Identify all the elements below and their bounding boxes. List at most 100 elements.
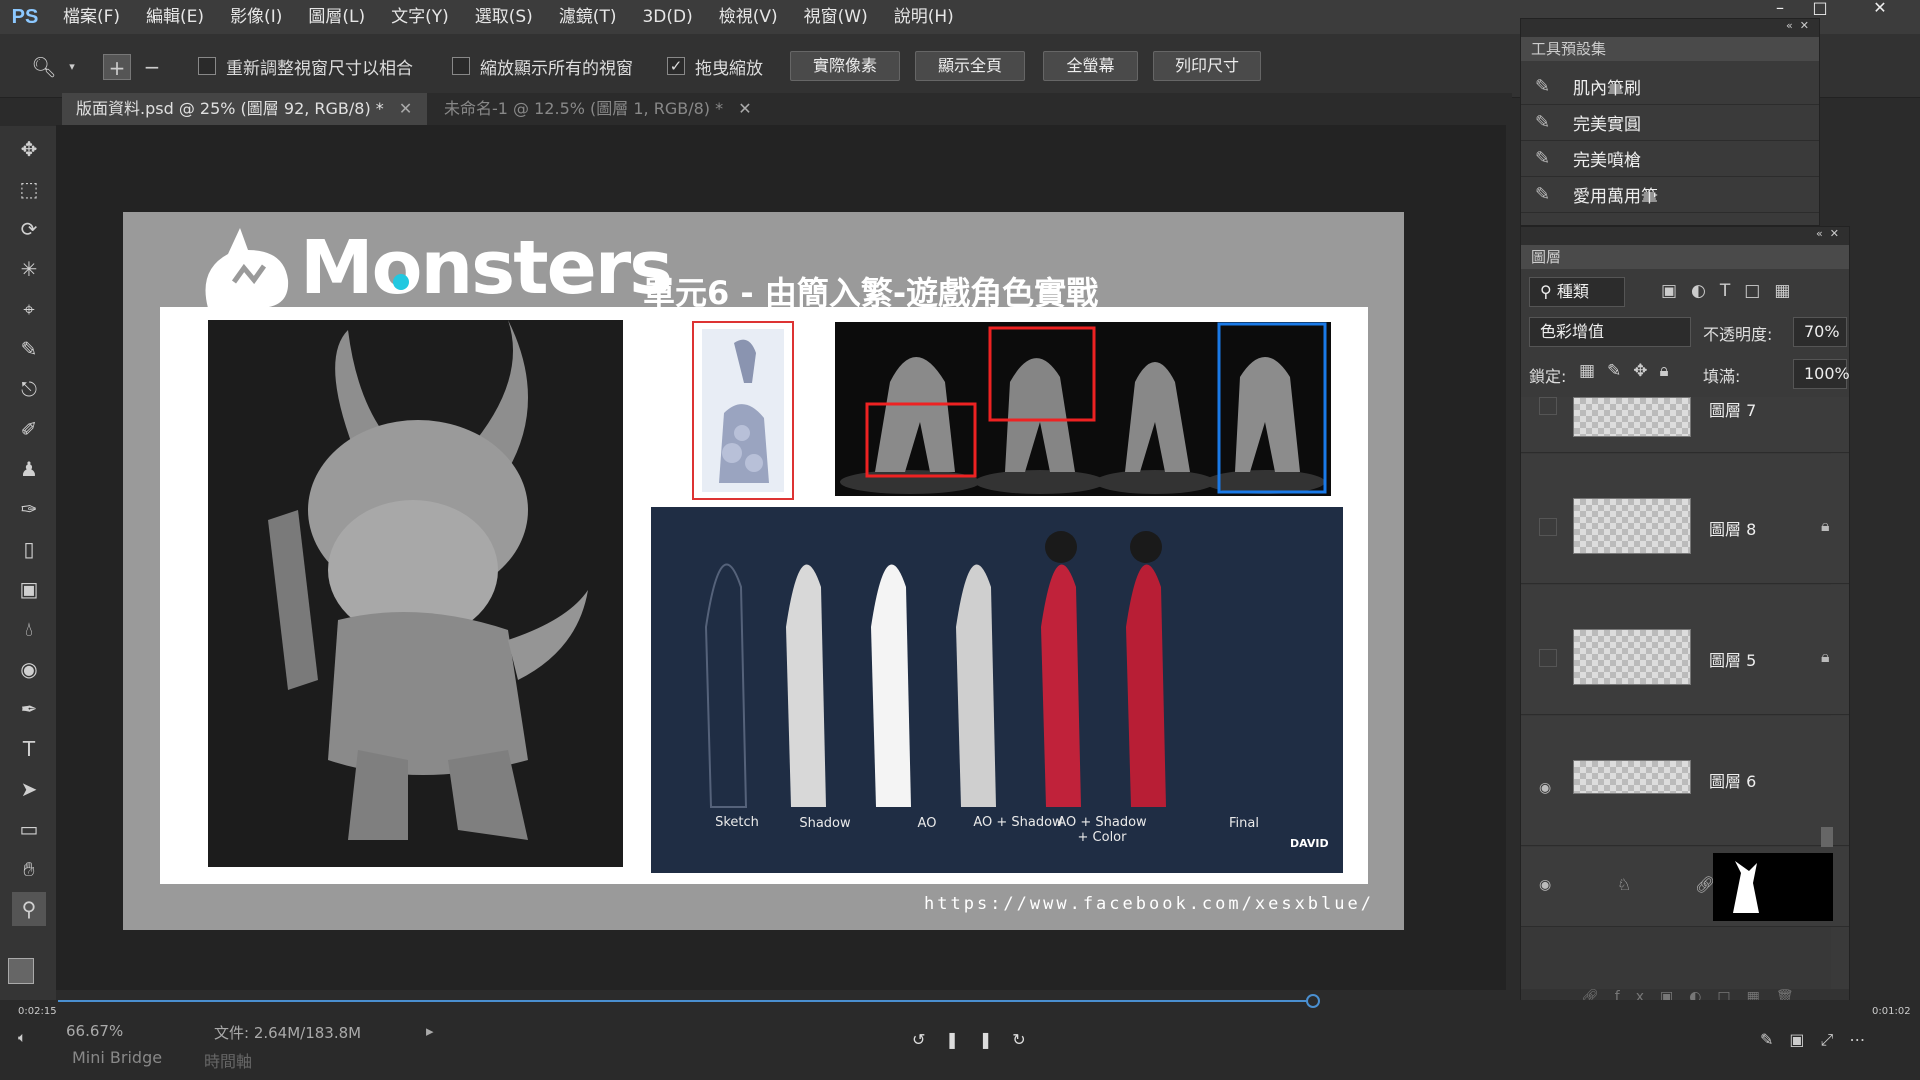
slide-url: https://www.facebook.com/xesxblue/ — [924, 894, 1374, 914]
maximize-button[interactable]: □ — [1800, 0, 1840, 18]
zoom-tool-icon[interactable]: ⚲ — [12, 892, 46, 926]
move-tool-icon[interactable]: ✥ — [12, 132, 46, 166]
layer-row[interactable]: 圖層 5 🔒︎ — [1521, 585, 1849, 715]
document-info[interactable]: 文件: 2.64M/183.8M — [214, 1022, 361, 1043]
timeline-tab[interactable]: 時間軸 — [204, 1048, 252, 1072]
fit-screen-button[interactable]: 顯示全頁 — [915, 51, 1025, 81]
lasso-tool-icon[interactable]: ⟳ — [12, 212, 46, 246]
crop-tool-icon[interactable]: ⌖ — [12, 292, 46, 326]
close-tab-icon[interactable]: ✕ — [738, 99, 751, 118]
tab-document-2[interactable]: 未命名-1 @ 12.5% (圖層 1, RGB/8) * ✕ — [430, 93, 760, 125]
resize-windows-check[interactable]: 重新調整視窗尺寸以相合 — [198, 54, 413, 79]
brush-preset-icon: ✎ — [1535, 112, 1551, 133]
hand-tool-icon[interactable]: ✋︎ — [12, 852, 46, 886]
eraser-icon[interactable]: ▯ — [12, 532, 46, 566]
visibility-toggle[interactable] — [1539, 649, 1557, 667]
visibility-toggle[interactable] — [1539, 397, 1557, 415]
status-arrow-icon[interactable]: ▸ — [426, 1022, 434, 1040]
eyedropper-icon[interactable]: ✎ — [12, 332, 46, 366]
menu-image[interactable]: 影像(I) — [217, 0, 295, 34]
marquee-tool-icon[interactable]: ⬚ — [12, 172, 46, 206]
preset-item[interactable]: ✎ 完美噴槍 — [1521, 141, 1819, 177]
visibility-eye-icon[interactable]: ◉ — [1539, 877, 1557, 895]
menu-type[interactable]: 文字(Y) — [378, 0, 462, 34]
blend-mode-select[interactable]: 色彩增值 — [1529, 317, 1691, 347]
tool-preset-dropdown-icon[interactable]: ▾ — [58, 54, 86, 80]
visibility-eye-icon[interactable]: ◉ — [1539, 780, 1557, 798]
gradient-tool-icon[interactable]: ▣ — [12, 572, 46, 606]
layer-filter-icons[interactable]: ▣◐T□▦ — [1661, 281, 1804, 301]
volume-icon[interactable]: 🔈︎ — [18, 1030, 26, 1046]
fill-label: 填滿: — [1703, 367, 1741, 386]
layer-thumbnail — [1573, 397, 1691, 437]
clone-stamp-icon[interactable]: ♟ — [12, 452, 46, 486]
layer-thumbnail — [1573, 629, 1691, 685]
menu-select[interactable]: 選取(S) — [462, 0, 546, 34]
menu-edit[interactable]: 編輯(E) — [133, 0, 217, 34]
close-tab-icon[interactable]: ✕ — [399, 99, 412, 118]
minimize-button[interactable]: – — [1760, 0, 1800, 18]
menu-3d[interactable]: 3D(D) — [629, 0, 705, 34]
layer-filter-select[interactable]: ⚲ 種類 — [1529, 277, 1625, 307]
magic-wand-icon[interactable]: ✳ — [12, 252, 46, 286]
opacity-input[interactable]: 70% — [1793, 317, 1847, 347]
stage-label-ao-shadow: AO + Shadow — [973, 815, 1063, 830]
menu-window[interactable]: 視窗(W) — [791, 0, 881, 34]
zoom-out-icon[interactable]: − — [138, 54, 166, 80]
player-tools-icons[interactable]: ✎▣⤢⋯ — [1760, 1030, 1881, 1050]
zoom-tool-icon[interactable]: 🔍︎ — [30, 54, 58, 80]
preset-item[interactable]: ✎ 愛用萬用筆 — [1521, 177, 1819, 213]
checkbox-checked[interactable]: ✓ — [667, 57, 685, 75]
tab-document-1[interactable]: 版面資料.psd @ 25% (圖層 92, RGB/8) * ✕ — [62, 93, 427, 125]
print-size-button[interactable]: 列印尺寸 — [1153, 51, 1261, 81]
progress-scrubber[interactable] — [1306, 994, 1320, 1008]
close-button[interactable]: ✕ — [1860, 0, 1900, 18]
visibility-toggle[interactable] — [1539, 518, 1557, 536]
history-brush-icon[interactable]: ✑ — [12, 492, 46, 526]
pen-tool-icon[interactable]: ✒ — [12, 692, 46, 726]
blur-tool-icon[interactable]: 💧︎ — [12, 612, 46, 646]
preset-item[interactable]: ✎ 完美實圓 — [1521, 105, 1819, 141]
type-tool-icon[interactable]: T — [12, 732, 46, 766]
actual-pixels-button[interactable]: 實際像素 — [790, 51, 900, 81]
logo-accent-dot — [393, 274, 409, 290]
menu-layer[interactable]: 圖層(L) — [295, 0, 378, 34]
checkbox[interactable] — [452, 57, 470, 75]
zoom-in-icon[interactable]: + — [103, 54, 131, 80]
dodge-tool-icon[interactable]: ◉ — [12, 652, 46, 686]
brush-tool-icon[interactable]: ✐ — [12, 412, 46, 446]
scrollbar-thumb[interactable] — [1821, 827, 1833, 847]
preset-item[interactable]: ✎ 肌內筆刷 — [1521, 69, 1819, 105]
stage-label-final: Final — [1229, 816, 1259, 831]
layer-mask-thumbnail — [1713, 853, 1833, 921]
menu-file[interactable]: 檔案(F) — [50, 0, 133, 34]
layer-row[interactable]: 圖層 8 🔒︎ — [1521, 454, 1849, 584]
layers-title: 圖層 — [1521, 245, 1849, 269]
path-selection-icon[interactable]: ➤ — [12, 772, 46, 806]
tool-presets-panel: « ✕ 工具預設集 ✎ 肌內筆刷 ✎ 完美實圓 ✎ 完美噴槍 ✎ 愛用萬用筆 — [1520, 18, 1820, 226]
menu-help[interactable]: 說明(H) — [881, 0, 967, 34]
brush-preset-icon: ✎ — [1535, 76, 1551, 97]
panel-collapse-icon[interactable]: « ✕ — [1521, 227, 1849, 245]
shape-tool-icon[interactable]: ▭ — [12, 812, 46, 846]
artist-signature: DAVID — [1290, 837, 1329, 850]
fill-screen-button[interactable]: 全螢幕 — [1043, 51, 1138, 81]
layer-row[interactable]: 圖層 7 — [1521, 397, 1849, 453]
progress-bar[interactable] — [58, 1000, 1314, 1002]
checkbox[interactable] — [198, 57, 216, 75]
mini-bridge-tab[interactable]: Mini Bridge — [72, 1048, 162, 1067]
menu-filter[interactable]: 濾鏡(T) — [546, 0, 630, 34]
scrubby-zoom-check[interactable]: ✓ 拖曳縮放 — [667, 54, 763, 79]
menu-view[interactable]: 檢視(V) — [706, 0, 791, 34]
group-layer-row[interactable]: ◉ ♘ 🔗︎ — [1521, 847, 1849, 927]
statue-render-image — [692, 321, 794, 500]
panel-collapse-icon[interactable]: « ✕ — [1521, 19, 1819, 37]
tool-presets-title: 工具預設集 — [1521, 37, 1819, 61]
lock-icons[interactable]: ▦✎✥🔒︎ — [1579, 361, 1681, 381]
foreground-color-swatch[interactable] — [8, 958, 34, 984]
healing-brush-icon[interactable]: ⎋ — [12, 372, 46, 406]
layer-row[interactable]: ◉ 圖層 6 — [1521, 716, 1849, 846]
zoom-level[interactable]: 66.67% — [66, 1022, 123, 1040]
zoom-all-windows-check[interactable]: 縮放顯示所有的視窗 — [452, 54, 633, 79]
fill-input[interactable]: 100% — [1793, 359, 1849, 389]
